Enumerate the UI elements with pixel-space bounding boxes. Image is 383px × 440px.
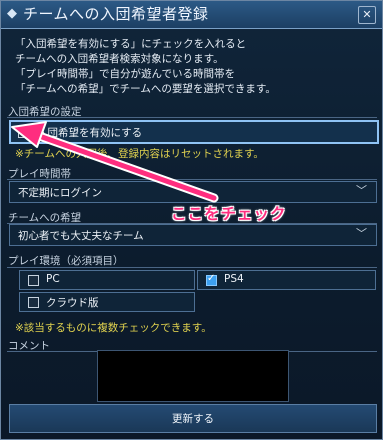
description-line: 「入団希望を有効にする」にチェックを入れると bbox=[15, 38, 247, 50]
divider bbox=[7, 117, 377, 118]
divider bbox=[7, 267, 377, 268]
multi-select-notice: ※該当するものに複数チェックできます。 bbox=[15, 322, 212, 334]
pc-checkbox[interactable] bbox=[28, 275, 39, 286]
chevron-down-icon: ﹀ bbox=[356, 184, 367, 197]
enable-entry-label: 入団希望を有効にする bbox=[37, 127, 143, 139]
cloud-label: クラウド版 bbox=[46, 297, 99, 309]
env-option-pc[interactable]: PC bbox=[19, 270, 195, 290]
diamond-icon: ◆ bbox=[7, 6, 17, 21]
play-time-value: 不定期にログイン bbox=[18, 187, 102, 199]
enable-entry-row[interactable]: 入団希望を有効にする bbox=[9, 120, 379, 144]
window-title: チームへの入団希望者登録 bbox=[23, 5, 209, 23]
team-wish-value: 初心者でも大丈夫なチーム bbox=[18, 230, 144, 242]
update-button[interactable]: 更新する bbox=[9, 404, 377, 433]
description-line: チームへの入団希望者検索対象になります。 bbox=[15, 53, 224, 65]
annotation-text: ここをチェック bbox=[171, 205, 287, 223]
cloud-checkbox[interactable] bbox=[28, 297, 39, 308]
env-option-cloud[interactable]: クラウド版 bbox=[19, 292, 195, 312]
play-time-select[interactable]: 不定期にログイン ﹀ bbox=[9, 181, 377, 203]
ps4-label: PS4 bbox=[224, 273, 244, 285]
play-env-label: プレイ環境（必須項目） bbox=[8, 255, 124, 267]
team-wish-select[interactable]: 初心者でも大丈夫なチーム ﹀ bbox=[9, 224, 377, 246]
title-bar: ◆ チームへの入団希望者登録 ✕ bbox=[1, 1, 382, 29]
description-line: 「プレイ時間帯」で自分が遊んでいる時間帯を bbox=[15, 68, 235, 80]
divider bbox=[7, 179, 377, 180]
pc-label: PC bbox=[46, 273, 60, 285]
enable-entry-checkbox[interactable] bbox=[18, 127, 29, 138]
description: 「入団希望を有効にする」にチェックを入れると チームへの入団希望者検索対象になり… bbox=[15, 37, 375, 97]
chevron-down-icon: ﹀ bbox=[356, 227, 367, 240]
close-icon[interactable]: ✕ bbox=[358, 6, 376, 24]
env-option-ps4[interactable]: PS4 bbox=[197, 270, 376, 290]
ps4-checkbox[interactable] bbox=[206, 273, 217, 286]
description-line: 「チームへの希望」でチームへの要望を選択できます。 bbox=[15, 83, 276, 95]
update-button-label: 更新する bbox=[172, 413, 214, 425]
reset-notice: ※チームへの入団後、登録内容はリセットされます。 bbox=[15, 148, 264, 160]
comment-field[interactable] bbox=[97, 350, 289, 402]
